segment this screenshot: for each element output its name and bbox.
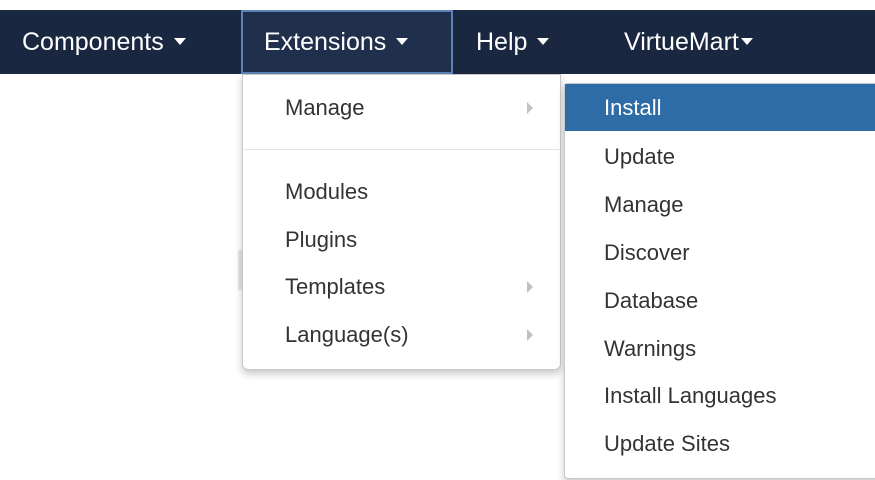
nav-item-label: Extensions	[264, 28, 387, 56]
menu-item-plugins[interactable]: Plugins	[285, 220, 555, 260]
nav-item-label: Components	[22, 28, 164, 56]
menu-item-manage[interactable]: Manage	[285, 88, 555, 128]
caret-down-icon	[740, 38, 753, 46]
submenu-item-install[interactable]: Install	[565, 84, 875, 131]
submenu-item-label: Database	[604, 288, 699, 313]
menu-item-templates[interactable]: Templates	[285, 267, 555, 307]
menu-divider	[244, 149, 559, 150]
nav-item-label: VirtueMart	[624, 28, 739, 56]
caret-right-icon	[527, 329, 533, 341]
menu-item-label: Language(s)	[285, 322, 409, 347]
caret-down-icon	[537, 38, 550, 46]
submenu-item-label: Discover	[604, 240, 690, 265]
submenu-item-manage[interactable]: Manage	[565, 181, 875, 228]
nav-item-virtuemart[interactable]: VirtueMart	[624, 10, 753, 74]
submenu-item-label: Install	[604, 95, 662, 120]
nav-item-extensions[interactable]: Extensions	[241, 10, 453, 74]
caret-down-icon	[396, 38, 409, 46]
manage-submenu: Install Update Manage Discover Database …	[564, 83, 875, 479]
submenu-item-warnings[interactable]: Warnings	[565, 325, 875, 372]
menu-item-label: Plugins	[285, 227, 358, 252]
caret-right-icon	[527, 281, 533, 293]
nav-item-label: Help	[476, 28, 528, 56]
submenu-item-database[interactable]: Database	[565, 277, 875, 324]
menu-item-modules[interactable]: Modules	[285, 172, 555, 212]
submenu-item-discover[interactable]: Discover	[565, 229, 875, 276]
menu-item-languages[interactable]: Language(s)	[285, 315, 555, 355]
nav-item-help[interactable]: Help	[476, 10, 550, 74]
submenu-item-label: Update Sites	[604, 431, 730, 456]
submenu-item-update-sites[interactable]: Update Sites	[565, 420, 875, 467]
submenu-item-label: Update	[604, 144, 675, 169]
extensions-dropdown-menu: Manage Modules Plugins Templates Languag…	[242, 74, 561, 370]
menu-item-label: Templates	[285, 274, 386, 299]
menu-item-label: Modules	[285, 179, 369, 204]
top-navbar: Components Extensions Help VirtueMart	[0, 10, 875, 74]
nav-item-components[interactable]: Components	[22, 10, 186, 74]
submenu-item-label: Manage	[604, 192, 684, 217]
menu-item-label: Manage	[285, 95, 365, 120]
caret-down-icon	[173, 38, 186, 46]
submenu-item-install-languages[interactable]: Install Languages	[565, 372, 875, 419]
caret-right-icon	[527, 102, 533, 114]
submenu-item-label: Install Languages	[604, 383, 777, 408]
submenu-item-update[interactable]: Update	[565, 133, 875, 180]
admin-screen: Components Extensions Help VirtueMart Ma…	[0, 0, 875, 480]
submenu-item-label: Warnings	[604, 336, 697, 361]
